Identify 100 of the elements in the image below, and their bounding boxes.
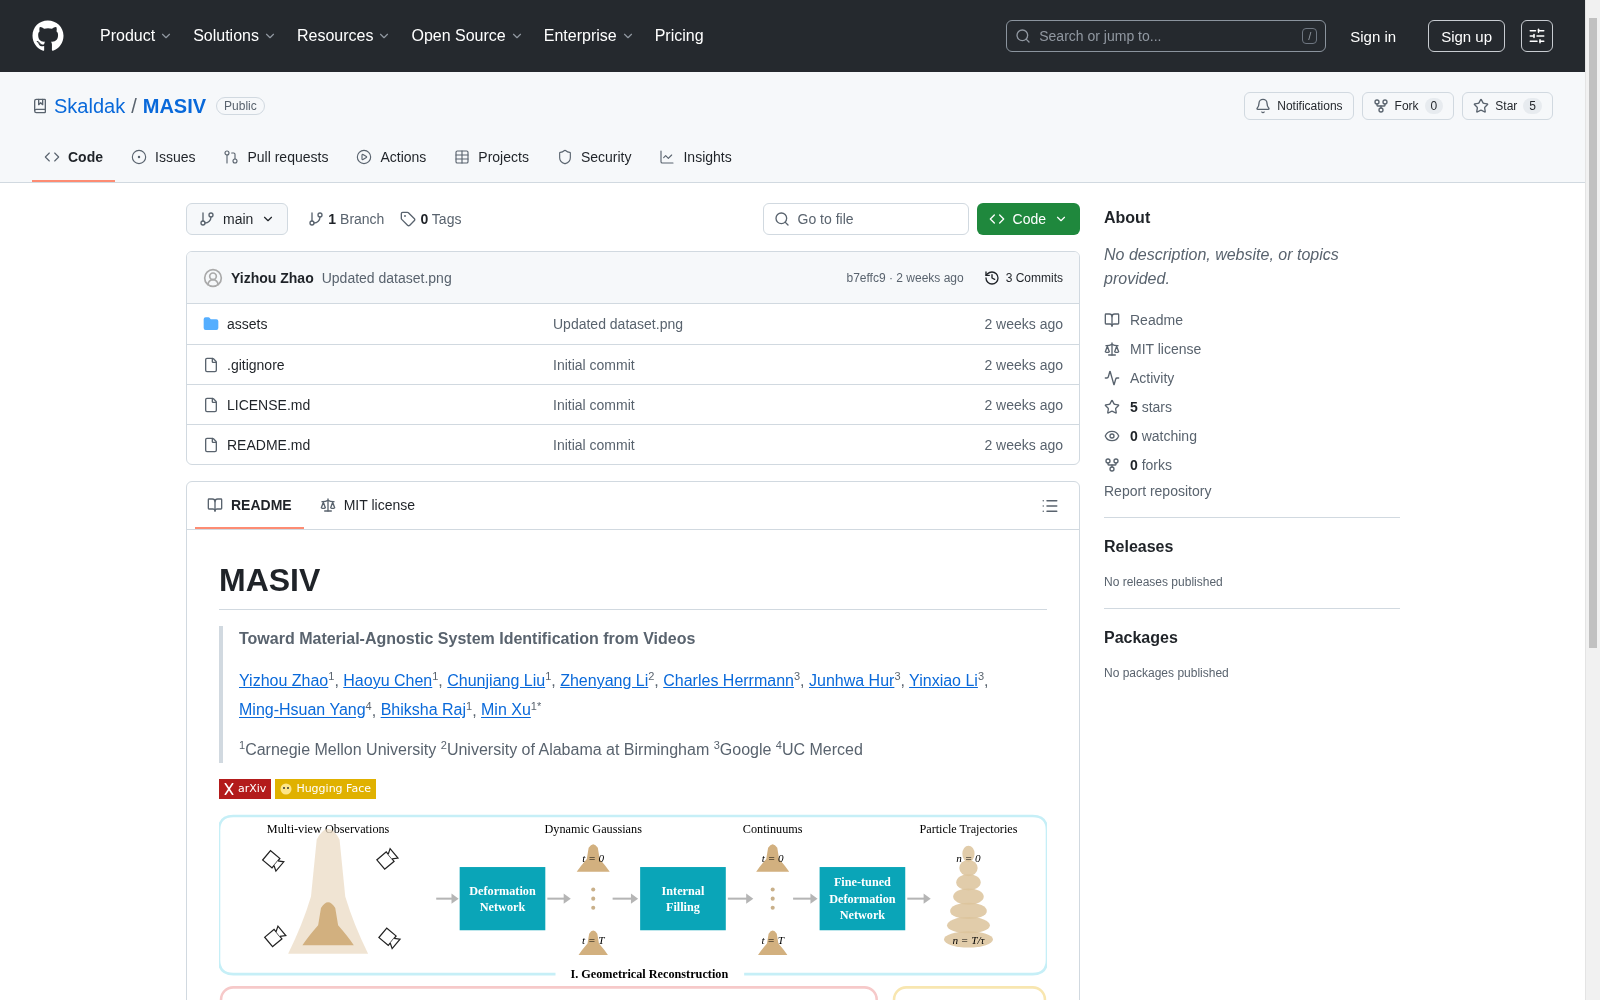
about-link[interactable]: Activity [1104,363,1400,392]
commit-message-link[interactable]: Initial commit [553,396,635,413]
commit-author[interactable]: Yizhou Zhao [231,269,314,286]
report-link[interactable]: Report repository [1104,483,1400,499]
nav-item[interactable]: Enterprise [535,21,643,51]
branch-icon [199,211,215,227]
file-name-link[interactable]: LICENSE.md [203,396,553,413]
camera-icon [376,847,400,870]
file-age: 2 weeks ago [984,396,1063,413]
author-link[interactable]: Yizhou Zhao [239,672,329,690]
commits-link[interactable]: 3 Commits [983,269,1063,286]
ellipsis-icon [591,887,596,910]
counter: 5 [1523,98,1542,114]
author-link[interactable]: Junhwa Hur [809,672,895,690]
tags-link[interactable]: 0 Tags [400,211,462,227]
about-link[interactable]: 0 forks [1104,450,1400,479]
author-note: $^{1}$, [545,672,556,690]
arxiv-badge[interactable]: arXiv [219,779,272,799]
author-link[interactable]: Ming-Hsuan Yang [239,701,366,719]
about-link[interactable]: 0 watching [1104,421,1400,450]
time-label: t = 0 [582,851,605,864]
time-label: n = 0 [956,851,981,864]
commit-message-link[interactable]: Initial commit [553,436,635,453]
network-block: Fine-tuned Deformation Network [819,867,906,931]
about-description: No description, website, or topics provided. [1104,245,1340,289]
file-name-link[interactable]: assets [203,316,553,332]
search-field[interactable]: Search or jump to... / [1006,20,1327,52]
sign-in-link[interactable]: Sign in [1334,27,1413,45]
branches-link[interactable]: 1 Branch [308,211,385,227]
author-note: $^{3}$, [894,672,905,690]
commit-message-link[interactable]: Initial commit [553,356,635,373]
code-icon [44,149,60,165]
readme-tab[interactable]: MIT license [307,482,427,529]
history-icon [983,269,1000,286]
nav-item[interactable]: Product [92,21,182,51]
paper-title: Toward Material-Agnostic System Identification from Videos [239,629,697,648]
repo-tab[interactable]: Actions [344,134,439,182]
bell-icon [1255,98,1272,114]
stage-label: Particle Trajectories [919,822,1018,837]
file-search-field[interactable]: Go to file [762,203,969,235]
repo-tab[interactable]: Pull requests [211,134,341,182]
menu-button[interactable] [1521,20,1553,52]
camera-icon [378,927,402,950]
about-link[interactable]: 5 stars [1104,392,1400,421]
repo-tab[interactable]: Security [544,134,644,182]
stage-label: Dynamic Gaussians [544,822,642,837]
readme-title: MASIV [219,562,1047,610]
file-name-link[interactable]: .gitignore [203,356,553,373]
commit-hash-age: b7effc9 · 2 weeks ago [846,270,964,285]
commit-message: Updated dataset.png [321,269,452,286]
figurine-drawing [758,930,788,955]
time-label: t = 0 [761,851,784,864]
readme-tab[interactable]: README [195,482,304,529]
counter: 0 [1424,98,1444,114]
scrollbar[interactable] [1585,0,1600,1000]
nav-item[interactable]: Solutions [185,21,285,51]
branch-icon [308,211,325,227]
owner-link[interactable]: Skaldak [54,94,126,118]
code-button[interactable]: Code [976,203,1080,235]
author-link[interactable]: Bhiksha Raj [380,701,466,719]
play-icon [356,149,373,165]
notifications-button[interactable]: Notifications [1244,92,1354,120]
search-icon [1015,28,1032,44]
file-age: 2 weeks ago [984,356,1063,373]
nav-item[interactable]: Resources [288,21,400,51]
camera-icon [263,924,287,948]
path-separator: / [131,94,137,118]
sign-up-button[interactable]: Sign up [1428,20,1505,52]
author-link[interactable]: Charles Herrmann [663,672,794,690]
github-logo[interactable] [32,20,64,52]
repo-tab[interactable]: Projects [442,134,541,182]
commit-message-link[interactable]: Updated dataset.png [553,316,683,332]
nav-item[interactable]: Open Source [403,21,532,51]
file-name-link[interactable]: README.md [203,436,553,453]
arrow [907,893,931,904]
network-block: Internal Filling [640,867,726,931]
repo-icon [32,98,48,114]
repo-tab[interactable]: Code [32,134,115,182]
author-note: $^{2}$, [648,672,659,690]
fork-button[interactable]: Fork 0 [1361,92,1455,120]
author-link[interactable]: Haoyu Chen [343,672,433,690]
author-link[interactable]: Yinxiao Li [909,672,978,690]
about-link[interactable]: Readme [1104,305,1400,334]
author-note: 1* [530,701,542,712]
file-icon [203,356,219,373]
branch-button[interactable]: main [186,203,289,235]
about-link[interactable]: MIT license [1104,334,1400,363]
author-link[interactable]: Min Xu [481,701,531,719]
repo-name-link[interactable]: MASIV [142,94,207,118]
author-link[interactable]: Chunjiang Liu [447,672,546,690]
author-link[interactable]: Zhenyang Li [560,672,649,690]
scrollbar-thumb[interactable] [1589,18,1597,648]
nav-item[interactable]: Pricing [646,21,712,51]
repo-tab[interactable]: Issues [119,134,208,182]
star-button[interactable]: Star 5 [1462,92,1553,120]
arrow [612,893,639,904]
repo-tab[interactable]: Insights [647,134,744,182]
table-icon [454,149,471,165]
pull-request-icon [223,149,240,165]
time-label: t = T [582,933,605,946]
